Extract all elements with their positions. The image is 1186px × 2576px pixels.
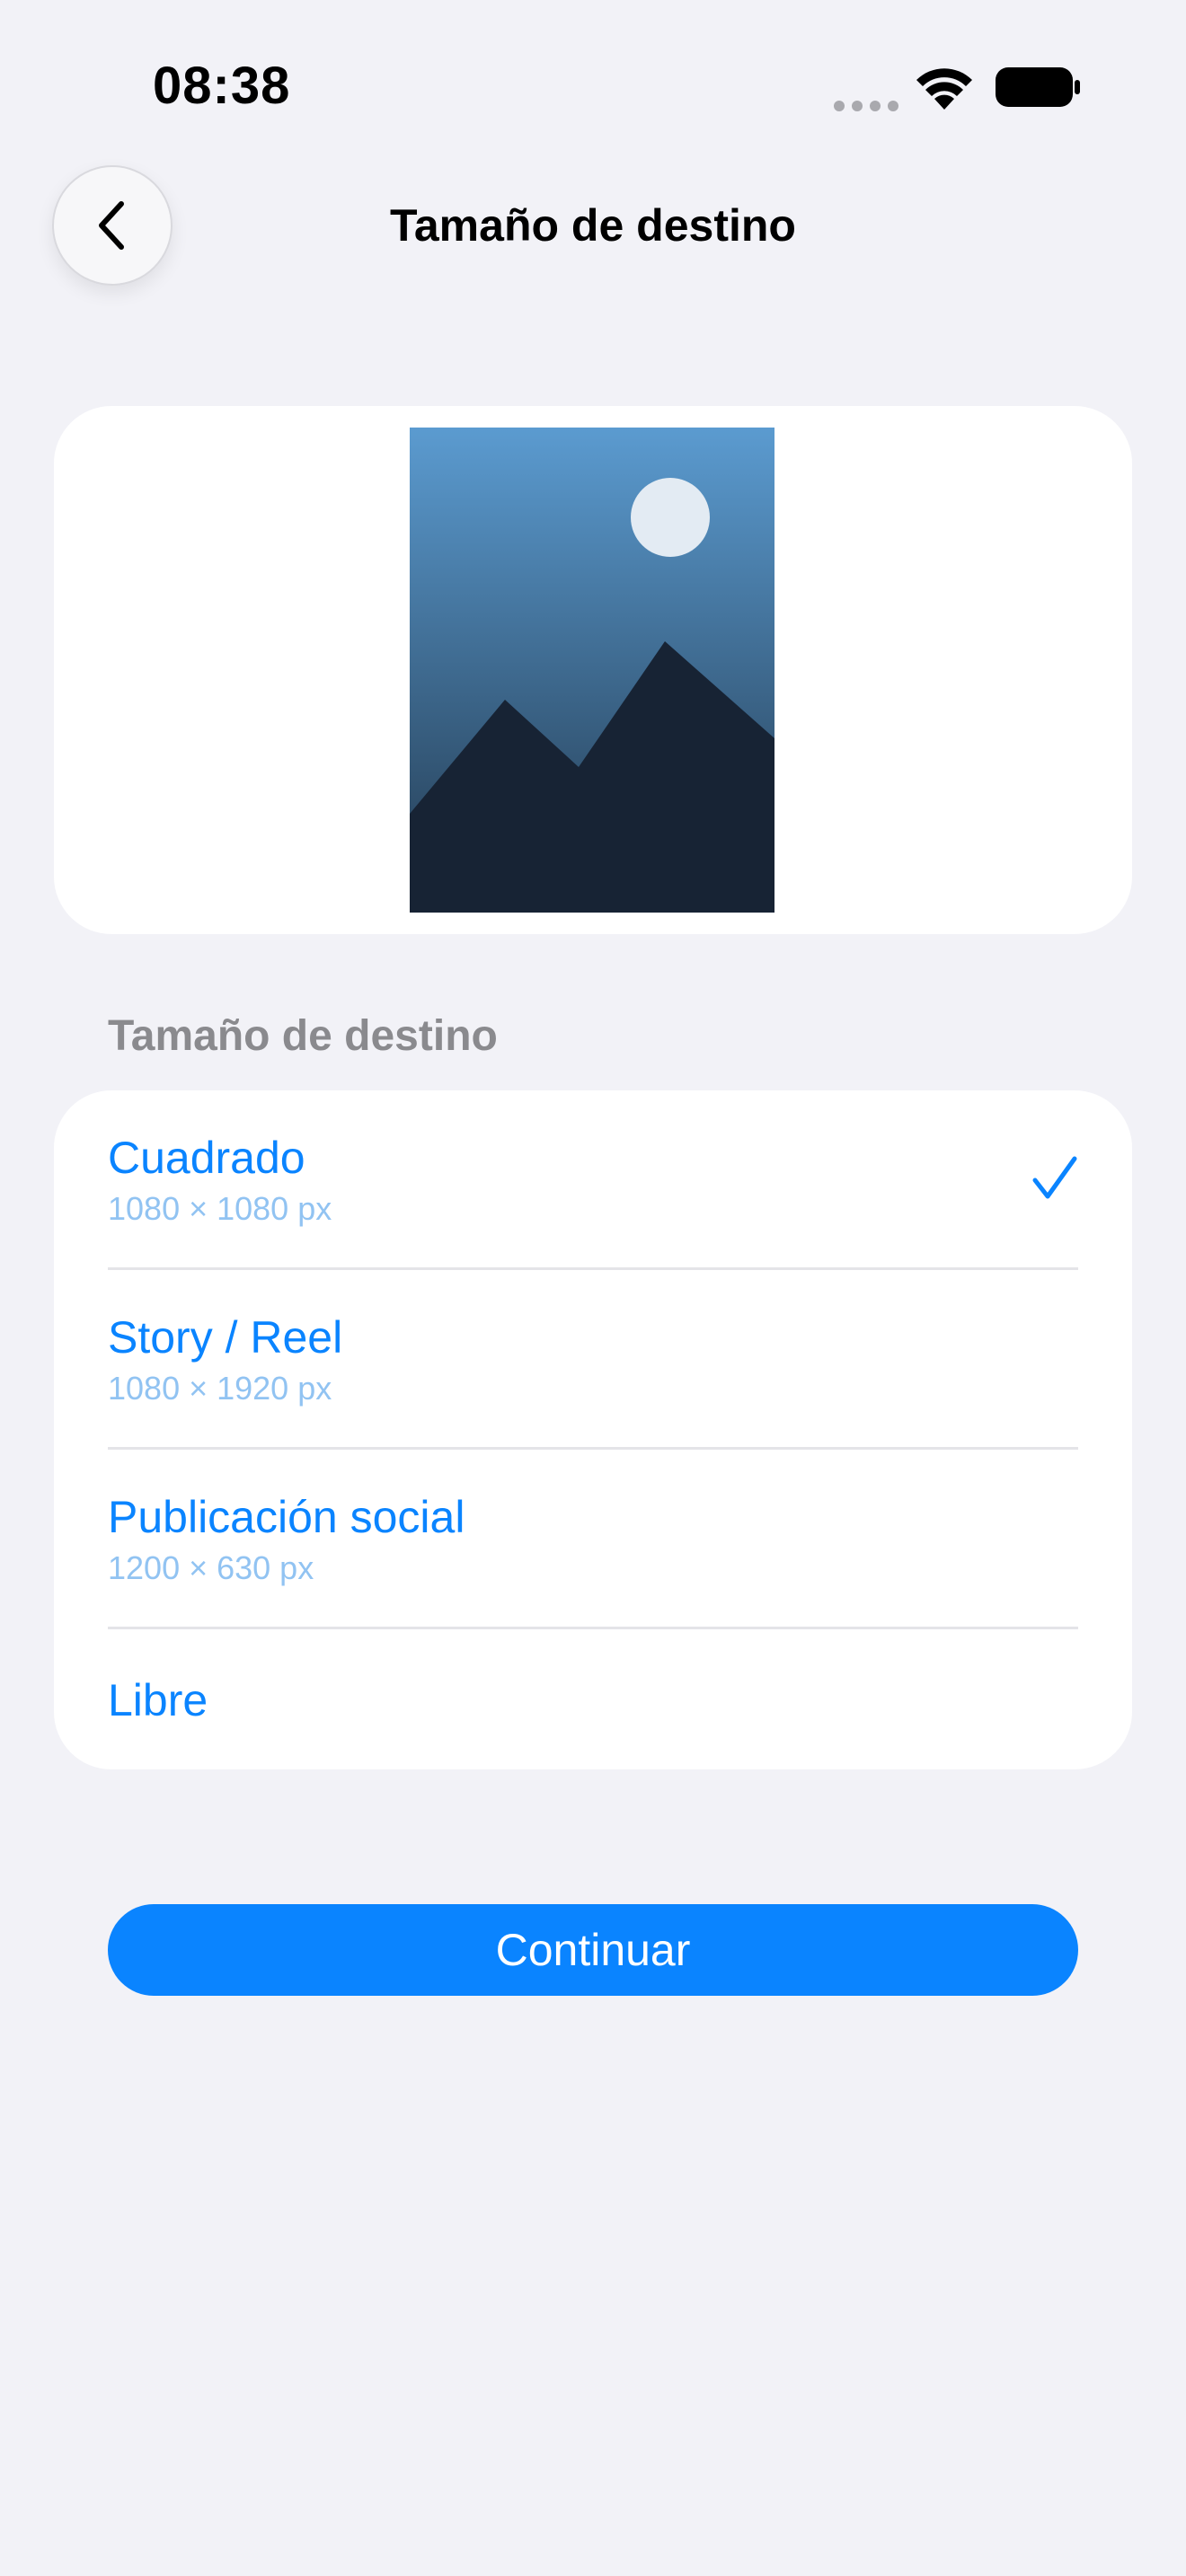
battery-icon xyxy=(996,67,1080,107)
option-libre[interactable]: Libre xyxy=(108,1629,1078,1769)
preview-card xyxy=(54,406,1132,934)
option-label: Libre xyxy=(108,1675,208,1725)
option-subtitle: 1080 × 1920 px xyxy=(108,1370,332,1407)
section-header: Tamaño de destino xyxy=(108,1012,498,1060)
option-cuadrado[interactable]: Cuadrado 1080 × 1080 px xyxy=(108,1090,1078,1270)
cellular-dots-icon xyxy=(834,101,898,111)
page-title: Tamaño de destino xyxy=(390,200,796,251)
option-story-reel[interactable]: Story / Reel 1080 × 1920 px xyxy=(108,1270,1078,1450)
options-list: Cuadrado 1080 × 1080 px Story / Reel 108… xyxy=(54,1090,1132,1769)
option-label: Story / Reel xyxy=(108,1312,343,1363)
option-label: Cuadrado xyxy=(108,1133,305,1183)
image-preview xyxy=(410,428,774,913)
wifi-icon xyxy=(916,68,972,110)
checkmark-icon xyxy=(1032,1156,1077,1199)
option-subtitle: 1080 × 1080 px xyxy=(108,1190,332,1227)
option-subtitle: 1200 × 630 px xyxy=(108,1549,314,1586)
option-label: Publicación social xyxy=(108,1492,465,1542)
status-time: 08:38 xyxy=(153,57,291,115)
continue-button[interactable]: Continuar xyxy=(108,1904,1078,1996)
moon-icon xyxy=(631,478,710,557)
option-publicacion-social[interactable]: Publicación social 1200 × 630 px xyxy=(108,1450,1078,1629)
